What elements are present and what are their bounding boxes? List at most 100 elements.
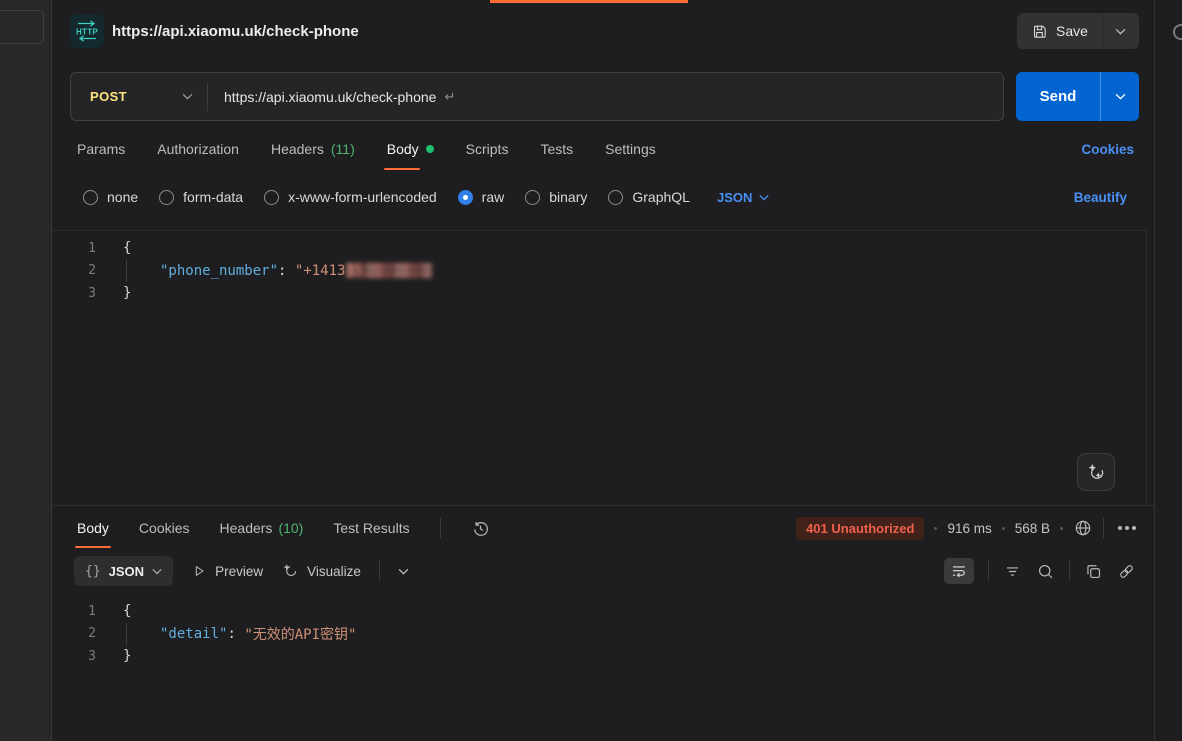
save-button-divider <box>1102 13 1103 49</box>
status-badge[interactable]: 401 Unauthorized <box>796 517 924 540</box>
url-input[interactable]: https://api.xiaomu.uk/check-phone <box>224 89 436 105</box>
tab-headers-label: Headers <box>271 141 324 157</box>
preview-label: Preview <box>215 564 263 579</box>
response-tab-body-label: Body <box>77 520 109 536</box>
request-body-editor[interactable]: 1 { 2 "phone_number": "+141355 3 } <box>52 230 1147 505</box>
response-section: Body Cookies Headers (10) Test Results 4… <box>52 505 1154 741</box>
response-history-button[interactable] <box>471 519 490 538</box>
radio-graphql[interactable]: GraphQL <box>608 189 690 205</box>
preview-button[interactable]: Preview <box>191 563 263 579</box>
copy-button[interactable] <box>1084 562 1103 581</box>
request-url-bar[interactable]: POST https://api.xiaomu.uk/check-phone ↵ <box>70 72 1004 121</box>
raw-format-select[interactable]: JSON <box>717 190 769 205</box>
divider <box>1103 518 1104 538</box>
more-options-button[interactable] <box>1114 522 1140 534</box>
tab-tests-label: Tests <box>540 141 573 157</box>
save-button[interactable]: Save <box>1017 13 1139 49</box>
tab-body[interactable]: Body <box>387 124 434 174</box>
separator-dot <box>1060 527 1063 530</box>
method-select-caret[interactable] <box>167 93 207 100</box>
tab-body-label: Body <box>387 141 419 157</box>
code-open-brace: { <box>123 603 131 619</box>
send-label[interactable]: Send <box>1016 88 1100 105</box>
indent-guide <box>126 623 160 646</box>
save-label: Save <box>1056 23 1088 39</box>
tab-scripts[interactable]: Scripts <box>466 124 509 174</box>
response-body-editor[interactable]: 1 { 2 "detail": "无效的API密钥" 3 } <box>52 592 1154 668</box>
radio-raw-label: raw <box>482 189 505 205</box>
postbot-button[interactable] <box>1077 453 1115 491</box>
save-dropdown-button[interactable] <box>1103 13 1139 49</box>
headers-count: (11) <box>331 141 355 157</box>
method-select[interactable]: POST <box>71 89 167 104</box>
json-key: "detail" <box>160 626 227 642</box>
indent-guide <box>126 260 160 283</box>
chevron-down-icon <box>1115 93 1126 100</box>
radio-form-data[interactable]: form-data <box>159 189 243 205</box>
response-tab-test-results[interactable]: Test Results <box>333 506 409 550</box>
radio-circle[interactable] <box>159 190 174 205</box>
response-tab-body[interactable]: Body <box>77 506 109 550</box>
line-number: 2 <box>52 263 96 278</box>
globe-icon[interactable] <box>1073 518 1093 538</box>
divider <box>440 518 441 538</box>
radio-binary-label: binary <box>549 189 587 205</box>
radio-circle[interactable] <box>264 190 279 205</box>
tab-tests[interactable]: Tests <box>540 124 573 174</box>
tab-settings[interactable]: Settings <box>605 124 656 174</box>
code-line: 1 { <box>52 237 1146 260</box>
send-dropdown-button[interactable] <box>1101 72 1139 121</box>
http-method-badge-icon: HTTP <box>70 14 104 48</box>
code-line: 3 } <box>52 645 1154 668</box>
link-button[interactable] <box>1117 562 1136 581</box>
tab-params-label: Params <box>77 141 125 157</box>
link-icon <box>1117 562 1136 581</box>
radio-circle[interactable] <box>525 190 540 205</box>
code-line: 2 "detail": "无效的API密钥" <box>52 623 1154 646</box>
history-clock-icon <box>471 519 490 538</box>
response-tab-cookies[interactable]: Cookies <box>139 506 190 550</box>
save-button-main[interactable]: Save <box>1017 13 1102 49</box>
radio-circle[interactable] <box>83 190 98 205</box>
copy-icon <box>1084 562 1103 581</box>
right-sidebar-rail <box>1154 0 1182 741</box>
chevron-down-icon <box>1115 28 1126 35</box>
beautify-link[interactable]: Beautify <box>1074 190 1127 205</box>
filter-button[interactable] <box>1003 562 1022 581</box>
radio-x-www-form-urlencoded[interactable]: x-www-form-urlencoded <box>264 189 437 205</box>
radio-raw[interactable]: raw <box>458 189 505 205</box>
wrap-text-button[interactable] <box>944 558 974 584</box>
radio-circle-selected[interactable] <box>458 190 473 205</box>
search-button[interactable] <box>1036 562 1055 581</box>
response-time[interactable]: 916 ms <box>947 521 991 536</box>
divider <box>1069 561 1070 581</box>
radio-none[interactable]: none <box>83 189 138 205</box>
json-value: "+1413 <box>295 263 346 279</box>
response-tab-headers[interactable]: Headers (10) <box>220 506 304 550</box>
response-tab-cookies-label: Cookies <box>139 520 190 536</box>
radio-binary[interactable]: binary <box>525 189 587 205</box>
chevron-down-icon[interactable] <box>398 568 409 575</box>
visualize-label: Visualize <box>307 564 361 579</box>
json-colon: : <box>227 626 235 642</box>
tab-params[interactable]: Params <box>77 124 125 174</box>
visualize-button[interactable]: Visualize <box>281 562 361 580</box>
request-url-row: POST https://api.xiaomu.uk/check-phone ↵… <box>52 62 1154 122</box>
braces-icon: {} <box>85 564 101 579</box>
wrap-text-icon <box>950 562 968 580</box>
left-sidebar-rail <box>0 0 52 741</box>
tab-authorization-label: Authorization <box>157 141 239 157</box>
tab-authorization[interactable]: Authorization <box>157 124 239 174</box>
response-format-select[interactable]: {} JSON <box>74 556 173 586</box>
code-line: 1 { <box>52 600 1154 623</box>
line-number: 3 <box>52 286 96 301</box>
separator-dot <box>1002 527 1005 530</box>
tab-headers[interactable]: Headers (11) <box>271 124 355 174</box>
response-size[interactable]: 568 B <box>1015 521 1050 536</box>
send-button[interactable]: Send <box>1016 72 1139 121</box>
cookies-link[interactable]: Cookies <box>1081 124 1134 174</box>
active-tab-underline <box>75 546 111 548</box>
partial-rail-icon <box>1173 24 1182 40</box>
radio-circle[interactable] <box>608 190 623 205</box>
active-tab-underline <box>384 168 420 170</box>
